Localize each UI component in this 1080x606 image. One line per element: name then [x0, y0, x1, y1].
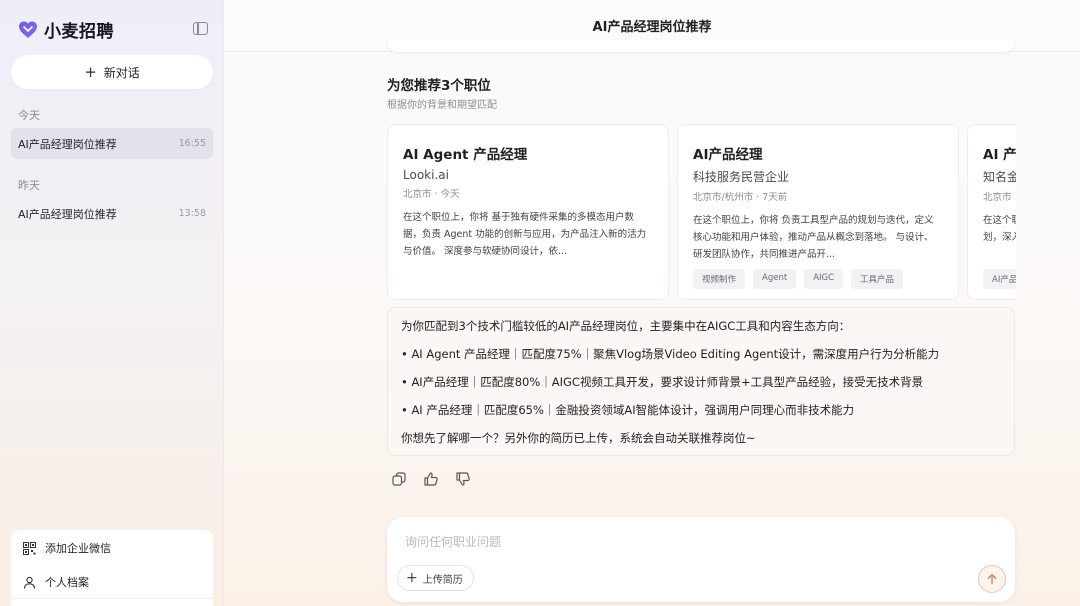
history-item-time: 13:58: [178, 208, 206, 219]
job-card[interactable]: AI 产品经理 知名金融投资企业 北京市 在这个职位上，你将 负责金融投资领域的…: [967, 124, 1016, 300]
history-item-title: AI产品经理岗位推荐: [18, 137, 117, 151]
job-title: AI产品经理: [693, 147, 763, 163]
job-tag: AI产品: [983, 269, 1016, 289]
job-tag: 视频制作: [693, 269, 746, 289]
add-wecom-button[interactable]: 添加企业微信: [23, 540, 111, 556]
answer-outro: 你想先了解哪一个？另外你的简历已上传，系统会自动关联推荐岗位~: [401, 431, 756, 445]
brand[interactable]: 小麦招聘: [18, 17, 114, 42]
job-card[interactable]: AI Agent 产品经理 Looki.ai 北京市 · 今天 在这个职位上，你…: [387, 124, 669, 300]
upload-resume-button[interactable]: + 上传简历: [397, 565, 474, 591]
main-panel: AI产品经理岗位推荐 为您推荐3个职位 根据你的背景和期望匹配 AI Agent…: [224, 0, 1080, 606]
answer-bullet: • AI Agent 产品经理｜匹配度75%｜聚焦Vlog场景Video Edi…: [401, 347, 940, 361]
tag-list: 视频制作 Agent AIGC 工具产品: [693, 269, 943, 289]
job-meta: 北京市/杭州市 · 7天前: [693, 192, 788, 203]
qrcode-icon: [23, 541, 36, 555]
answer-bullet: • AI产品经理｜匹配度80%｜AIGC视频工具开发，要求设计师背景+工具型产品…: [401, 375, 924, 389]
job-tag: AIGC: [804, 269, 844, 289]
tag-list: AI产品: [983, 269, 1016, 289]
new-chat-label: 新对话: [103, 65, 140, 80]
history-item-title: AI产品经理岗位推荐: [18, 207, 117, 221]
profile-label: 个人档案: [45, 576, 89, 589]
job-meta: 北京市: [983, 192, 1012, 203]
job-description: 在这个职位上，你将 负责金融投资领域的AI智能体设计与规划，深入理解用户需求，推…: [983, 215, 1016, 243]
recommend-title: 为您推荐3个职位: [387, 78, 491, 94]
history-group-yesterday: 昨天: [18, 179, 40, 192]
history-item-time: 16:55: [178, 138, 206, 149]
plus-icon: +: [406, 570, 418, 586]
assistant-message: 为你匹配到3个技术门槛较低的AI产品经理岗位，主要集中在AIGC工具和内容生态方…: [387, 307, 1015, 456]
job-company: Looki.ai: [403, 168, 449, 182]
bottom-menu: 添加企业微信 个人档案: [11, 530, 213, 606]
sidebar: 小麦招聘 + 新对话 今天 AI产品经理岗位推荐 16:55 昨天 AI产品经理…: [0, 0, 224, 606]
thumbs-down-icon[interactable]: [455, 471, 471, 487]
job-company: 知名金融投资企业: [983, 170, 1016, 184]
add-wecom-label: 添加企业微信: [45, 542, 111, 555]
thumbs-up-icon[interactable]: [423, 471, 439, 487]
job-meta: 北京市 · 今天: [403, 189, 460, 200]
sidebar-toggle-icon[interactable]: [193, 22, 208, 35]
job-description: 在这个职位上，你将 基于独有硬件采集的多模态用户数据，负责 Agent 功能的创…: [403, 212, 647, 257]
send-button[interactable]: [978, 565, 1006, 593]
new-chat-button[interactable]: + 新对话: [11, 55, 213, 89]
job-company: 科技服务民营企业: [693, 170, 790, 184]
answer-bullet: • AI 产品经理｜匹配度65%｜金融投资领域AI智能体设计，强调用户同理心而非…: [401, 403, 855, 417]
history-group-today: 今天: [18, 109, 40, 122]
recommend-subtitle: 根据你的背景和期望匹配: [387, 100, 497, 111]
upload-resume-label: 上传简历: [422, 574, 463, 586]
job-card[interactable]: AI产品经理 科技服务民营企业 北京市/杭州市 · 7天前 在这个职位上，你将 …: [677, 124, 959, 300]
message-actions: [391, 471, 471, 487]
history-item[interactable]: AI产品经理岗位推荐 13:58: [11, 198, 213, 229]
plus-icon: +: [84, 62, 97, 81]
arrow-up-icon: [987, 573, 997, 585]
brand-logo-icon: [19, 21, 37, 38]
job-tag: 工具产品: [851, 269, 904, 289]
brand-name: 小麦招聘: [44, 22, 114, 42]
copy-icon[interactable]: [391, 471, 407, 487]
chat-composer: + 上传简历: [387, 517, 1015, 602]
question-input[interactable]: [405, 533, 925, 551]
previous-message-card: [387, 40, 1015, 52]
job-description: 在这个职位上，你将 负责工具型产品的规划与迭代，定义核心功能和用户体验，推动产品…: [693, 215, 934, 260]
job-tag: Agent: [753, 269, 797, 289]
history-item[interactable]: AI产品经理岗位推荐 16:55: [11, 128, 213, 159]
divider: [11, 598, 213, 599]
profile-button[interactable]: 个人档案: [23, 574, 89, 590]
job-cards-carousel[interactable]: AI Agent 产品经理 Looki.ai 北京市 · 今天 在这个职位上，你…: [387, 124, 1016, 300]
answer-intro: 为你匹配到3个技术门槛较低的AI产品经理岗位，主要集中在AIGC工具和内容生态方…: [401, 319, 851, 333]
user-icon: [23, 576, 36, 589]
job-title: AI 产品经理: [983, 147, 1016, 163]
job-title: AI Agent 产品经理: [403, 147, 528, 163]
